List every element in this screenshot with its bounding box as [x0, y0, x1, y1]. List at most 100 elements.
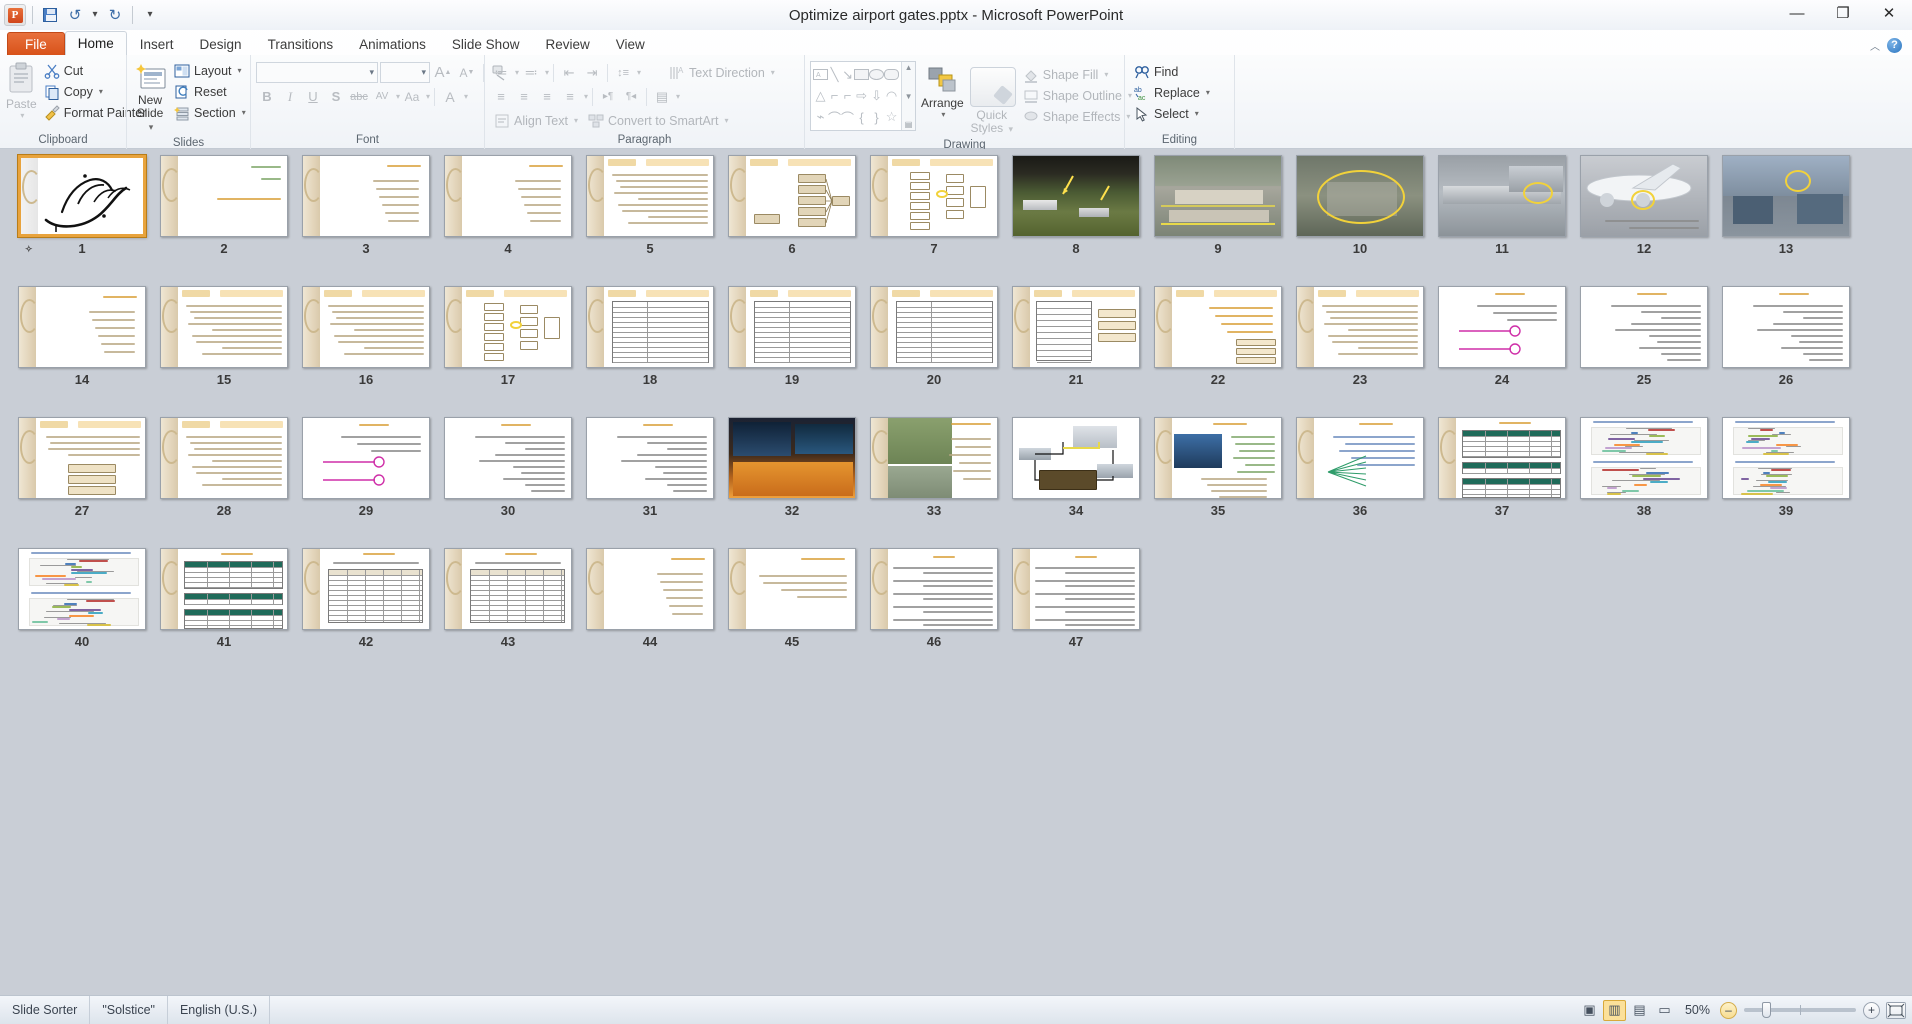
shadow-button[interactable]: S [325, 86, 347, 107]
shape-fill-button[interactable]: Shape Fill ▾ [1019, 64, 1138, 85]
slide-cell[interactable]: 47 [1005, 546, 1147, 677]
shape-rounded-rect-icon[interactable] [884, 64, 900, 85]
slide-thumbnail[interactable] [870, 155, 998, 237]
shape-elbow-connector-icon[interactable]: ⌐ [828, 85, 841, 106]
slide-cell[interactable]: 14 [11, 284, 153, 415]
columns-button[interactable]: ▤ [651, 86, 673, 107]
slide-thumbnail[interactable] [444, 155, 572, 237]
slide-thumbnail[interactable] [586, 286, 714, 368]
align-left-button[interactable]: ≡ [490, 86, 512, 107]
slide-cell[interactable]: 29 [295, 415, 437, 546]
zoom-slider[interactable] [1744, 1002, 1856, 1018]
tab-insert[interactable]: Insert [127, 32, 187, 55]
slide-cell[interactable]: 13 [1715, 153, 1857, 284]
slide-thumbnail[interactable] [586, 155, 714, 237]
status-theme[interactable]: "Solstice" [90, 995, 168, 1024]
slide-cell[interactable]: 22 [1147, 284, 1289, 415]
font-color-button[interactable]: A [439, 86, 461, 107]
tab-review[interactable]: Review [532, 32, 602, 55]
slide-thumbnail[interactable] [160, 417, 288, 499]
quick-styles-button[interactable]: Quick Styles ▾ [969, 61, 1016, 137]
font-size-combo[interactable]: ▾ [380, 62, 430, 83]
slide-thumbnail[interactable] [1154, 417, 1282, 499]
restore-button[interactable]: ❐ [1820, 0, 1866, 26]
slide-cell[interactable]: 26 [1715, 284, 1857, 415]
numbering-button[interactable]: ≕ [520, 62, 542, 83]
shape-oval-icon[interactable] [869, 64, 885, 85]
zoom-slider-handle[interactable] [1762, 1002, 1771, 1018]
slide-thumbnail[interactable] [18, 155, 146, 237]
shape-curve-icon[interactable]: ⌒ [828, 107, 841, 128]
slide-thumbnail[interactable] [444, 548, 572, 630]
shape-line-icon[interactable]: ╲ [828, 64, 841, 85]
slide-thumbnail[interactable] [1438, 155, 1566, 237]
slide-cell[interactable]: 10 [1289, 153, 1431, 284]
slide-cell[interactable]: 3 [295, 153, 437, 284]
slide-thumbnail[interactable] [1296, 286, 1424, 368]
fit-slide-to-window-button[interactable] [1886, 1001, 1906, 1019]
ltr-button[interactable]: ▸¶ [597, 86, 619, 107]
close-button[interactable]: ✕ [1866, 0, 1912, 26]
slide-thumbnail[interactable] [1722, 417, 1850, 499]
slide-cell[interactable]: 43 [437, 546, 579, 677]
collapse-ribbon-icon[interactable]: ︿ [1870, 38, 1880, 53]
align-text-button[interactable]: Align Text ▾ [490, 110, 584, 131]
slide-cell[interactable]: 45 [721, 546, 863, 677]
slide-cell[interactable]: 9 [1147, 153, 1289, 284]
slide-thumbnail[interactable] [586, 548, 714, 630]
shape-triangle-icon[interactable]: △ [813, 85, 828, 106]
find-button[interactable]: Find [1130, 61, 1216, 82]
scroll-up-icon[interactable]: ▲ [905, 63, 913, 72]
slide-cell[interactable]: 5 [579, 153, 721, 284]
undo-dropdown[interactable]: ▾ [89, 4, 101, 26]
slide-cell[interactable]: 8 [1005, 153, 1147, 284]
slide-thumbnail[interactable] [1296, 155, 1424, 237]
slide-thumbnail[interactable] [444, 286, 572, 368]
shape-right-brace-icon[interactable]: } [869, 107, 884, 128]
tab-slide-show[interactable]: Slide Show [439, 32, 533, 55]
tab-animations[interactable]: Animations [346, 32, 439, 55]
slide-thumbnail[interactable] [1580, 286, 1708, 368]
slide-thumbnail[interactable] [18, 417, 146, 499]
slide-cell[interactable]: 41 [153, 546, 295, 677]
slide-thumbnail[interactable] [160, 286, 288, 368]
shape-freeform-icon[interactable]: ⌁ [813, 107, 828, 128]
slide-thumbnail[interactable] [870, 548, 998, 630]
slide-cell[interactable]: 7 [863, 153, 1005, 284]
animation-star-icon[interactable]: ✧ [25, 239, 33, 259]
slide-show-button[interactable]: ▭ [1653, 1000, 1676, 1021]
slide-cell[interactable]: 38 [1573, 415, 1715, 546]
shapes-more-icon[interactable]: ▤ [905, 120, 913, 129]
justify-button[interactable]: ≡ [559, 86, 581, 107]
slide-cell[interactable]: 2 [153, 153, 295, 284]
slide-thumbnail[interactable] [1012, 548, 1140, 630]
save-button[interactable] [39, 4, 61, 26]
arrange-button[interactable]: Arrange ▾ [920, 61, 965, 120]
slide-thumbnail[interactable] [1154, 155, 1282, 237]
slide-cell[interactable]: 6 [721, 153, 863, 284]
slide-cell[interactable]: 44 [579, 546, 721, 677]
slide-cell[interactable]: 32 [721, 415, 863, 546]
slide-thumbnail[interactable] [728, 548, 856, 630]
shape-elbow-arrow-icon[interactable]: ⌐ [841, 85, 854, 106]
slide-thumbnail[interactable] [1012, 286, 1140, 368]
text-direction-button[interactable]: A Text Direction ▾ [665, 62, 781, 83]
new-slide-button[interactable]: New Slide ▾ [132, 58, 168, 135]
slide-thumbnail[interactable] [18, 286, 146, 368]
slide-thumbnail[interactable] [1154, 286, 1282, 368]
shape-right-arrow-icon[interactable]: ⇨ [854, 85, 869, 106]
slide-thumbnail[interactable] [444, 417, 572, 499]
tab-design[interactable]: Design [187, 32, 255, 55]
slide-cell[interactable]: 23 [1289, 284, 1431, 415]
slide-thumbnail[interactable] [1012, 417, 1140, 499]
slide-cell[interactable]: 46 [863, 546, 1005, 677]
scroll-down-icon[interactable]: ▼ [905, 92, 913, 101]
normal-view-button[interactable]: ▣ [1578, 1000, 1601, 1021]
shape-left-brace-icon[interactable]: { [854, 107, 869, 128]
slide-sorter-pane[interactable]: ✧ 1 2 3 4 5 6 7 8 9 10 11 12 13 14 15 16 17 18 19 20 21 22 23… [0, 149, 1912, 995]
character-spacing-button[interactable]: AV [371, 86, 393, 107]
slide-cell[interactable]: 25 [1573, 284, 1715, 415]
shrink-font-button[interactable]: A ▼ [456, 62, 478, 83]
powerpoint-logo-icon[interactable]: P [4, 4, 26, 26]
strikethrough-button[interactable]: abc [348, 86, 370, 107]
